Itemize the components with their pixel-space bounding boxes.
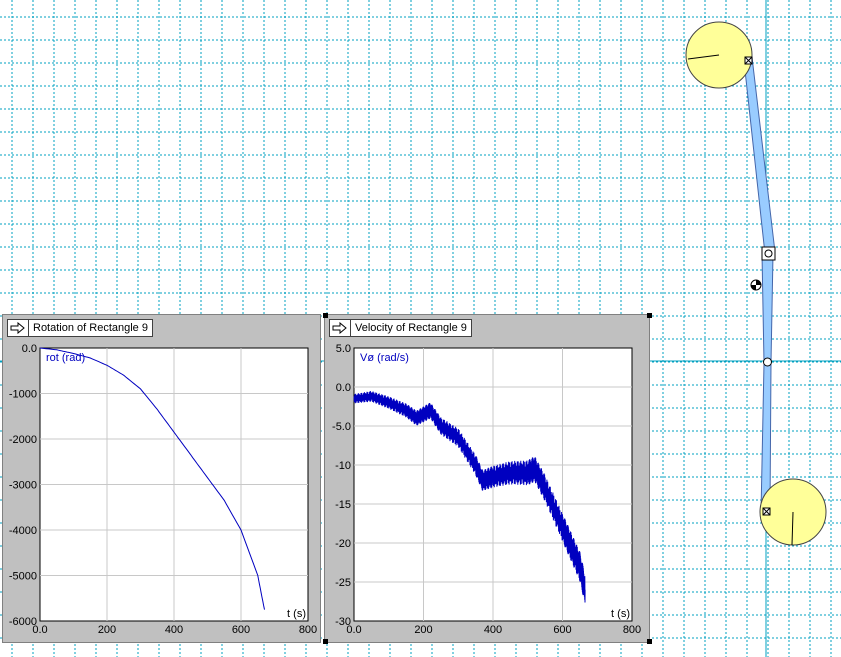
y-tick-label: -4000 [9,525,37,537]
y-tick-label: -5000 [9,571,37,583]
selection-handle-top-right[interactable] [647,313,652,318]
x-tick-label: 400 [165,624,183,636]
y-tick-label: -20 [335,538,351,550]
y-tick-label: 5.0 [336,343,351,355]
selection-handle-bottom-right[interactable] [647,639,652,644]
x-tick-label: 800 [299,624,317,636]
y-tick-label: -6000 [9,616,37,628]
y-tick-label: -5.0 [332,421,351,433]
y-axis-label: Vø (rad/s) [360,352,409,364]
selection-handle-top-left[interactable] [323,313,328,318]
x-tick-label: 600 [232,624,250,636]
y-tick-label: 0.0 [336,382,351,394]
workspace[interactable]: Rotation of Rectangle 9 0.0 200 400 600 800 0… [0,0,841,657]
y-tick-label: 0.0 [22,343,37,355]
velocity-plot: 0.0 200 400 600 8005.00.0-5.0-10-15-20-25-30… [332,343,641,636]
x-tick-label: 600 [553,624,571,636]
x-axis-label: t (s) [611,608,630,620]
x-tick-label: 400 [484,624,502,636]
y-tick-label: -15 [335,499,351,511]
x-tick-label: 200 [414,624,432,636]
rotation-meter[interactable]: Rotation of Rectangle 9 0.0 200 400 600 800 0… [2,314,321,643]
y-tick-label: -3000 [9,480,37,492]
x-axis-label: t (s) [287,608,306,620]
y-tick-label: -2000 [9,434,37,446]
y-axis-label: rot (rad) [46,352,85,364]
y-tick-label: -10 [335,460,351,472]
y-tick-label: -30 [335,616,351,628]
x-tick-label: 800 [623,624,641,636]
rotation-plot: 0.0 200 400 600 8000.0-1000-2000-3000-4000-5… [9,343,317,636]
y-tick-label: -1000 [9,389,37,401]
selection-handle-bottom-left[interactable] [323,639,328,644]
y-tick-label: -25 [335,577,351,589]
velocity-meter[interactable]: Velocity of Rectangle 9 0.0 200 400 600 800 5… [324,314,650,643]
x-tick-label: 200 [98,624,116,636]
